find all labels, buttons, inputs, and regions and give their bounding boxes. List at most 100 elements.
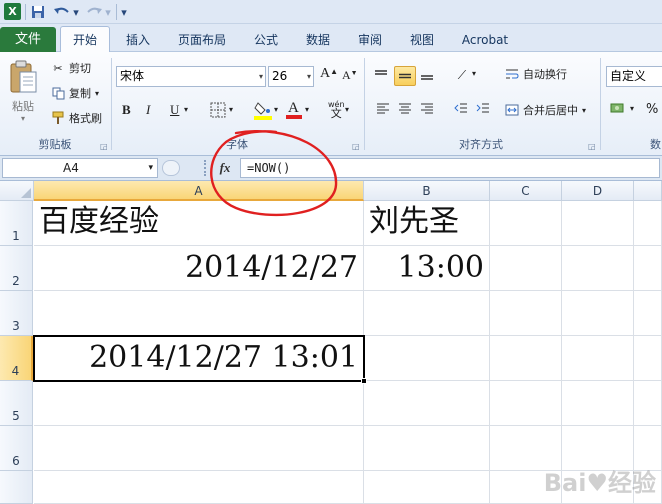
cell-a2[interactable]: 2014/12/27 <box>34 246 364 291</box>
fill-color-dropdown-icon[interactable]: ▾ <box>274 105 278 114</box>
cell-c5[interactable] <box>490 381 562 426</box>
cell-c4[interactable] <box>490 336 562 381</box>
worksheet-grid[interactable]: A B C D 1 2 3 4 5 6 百度经验 刘先圣 2014/12/27 … <box>0 181 662 504</box>
name-box-dropdown-icon[interactable]: ▾ <box>148 159 153 177</box>
cell-e5[interactable] <box>634 381 662 426</box>
font-name-dropdown-icon[interactable]: ▾ <box>259 67 263 86</box>
cell-b3[interactable] <box>364 291 490 336</box>
number-format-combo[interactable]: 自定义 <box>606 66 662 87</box>
row-header-7[interactable] <box>0 471 33 504</box>
increase-indent-icon[interactable] <box>474 102 492 114</box>
column-header-d[interactable]: D <box>562 181 634 201</box>
font-color-icon[interactable]: A <box>286 98 302 120</box>
paste-button-label[interactable]: 粘贴 <box>8 98 38 114</box>
formula-input[interactable]: =NOW() <box>240 158 660 178</box>
tab-view[interactable]: 视图 <box>402 28 442 52</box>
merge-center-button[interactable]: 合并后居中 ▾ <box>504 102 586 118</box>
borders-icon[interactable] <box>210 102 226 118</box>
align-middle-icon[interactable] <box>394 66 416 86</box>
underline-dropdown-icon[interactable]: ▾ <box>184 105 188 114</box>
tab-review[interactable]: 审阅 <box>350 28 390 52</box>
font-color-dropdown-icon[interactable]: ▾ <box>305 105 309 114</box>
shrink-font-button[interactable]: A ▼ <box>342 68 358 83</box>
font-dialog-launcher-icon[interactable]: ◲ <box>352 142 360 151</box>
tab-file[interactable]: 文件 <box>0 27 56 52</box>
row-header-2[interactable]: 2 <box>0 246 33 291</box>
clipboard-dialog-launcher-icon[interactable]: ◲ <box>100 142 108 151</box>
cell-b2[interactable]: 13:00 <box>364 246 490 291</box>
percent-style-button[interactable]: % <box>646 102 658 117</box>
row-header-4[interactable]: 4 <box>0 336 33 381</box>
cell-a7[interactable] <box>34 471 364 504</box>
row-header-1[interactable]: 1 <box>0 201 33 246</box>
orientation-dropdown-icon[interactable]: ▾ <box>472 69 476 78</box>
cell-e3[interactable] <box>634 291 662 336</box>
formula-bar-resize-handle[interactable] <box>162 160 180 176</box>
cell-d3[interactable] <box>562 291 634 336</box>
tab-data[interactable]: 数据 <box>298 28 338 52</box>
excel-logo-icon[interactable]: X <box>4 3 21 20</box>
cell-c1[interactable] <box>490 201 562 246</box>
font-size-dropdown-icon[interactable]: ▾ <box>307 67 311 86</box>
cell-b6[interactable] <box>364 426 490 471</box>
cell-b7[interactable] <box>364 471 490 504</box>
cell-b1[interactable]: 刘先圣 <box>364 201 490 246</box>
grow-font-button[interactable]: A ▲ <box>320 66 338 82</box>
row-header-5[interactable]: 5 <box>0 381 33 426</box>
align-right-icon[interactable] <box>418 102 436 114</box>
cell-c2[interactable] <box>490 246 562 291</box>
cell-d5[interactable] <box>562 381 634 426</box>
undo-icon[interactable] <box>52 3 72 21</box>
tab-acrobat[interactable]: Acrobat <box>455 28 515 52</box>
paste-icon[interactable] <box>6 58 40 98</box>
name-box[interactable]: A4 ▾ <box>2 158 158 178</box>
align-top-icon[interactable] <box>372 66 390 84</box>
decrease-indent-icon[interactable] <box>452 102 470 114</box>
save-icon[interactable] <box>30 3 46 21</box>
cell-e4[interactable] <box>634 336 662 381</box>
format-painter-button[interactable]: 格式刷 <box>50 110 102 126</box>
cell-d4[interactable] <box>562 336 634 381</box>
font-name-combo[interactable]: 宋体 ▾ <box>116 66 266 87</box>
cell-d2[interactable] <box>562 246 634 291</box>
phonetic-dropdown-icon[interactable]: ▾ <box>345 105 349 114</box>
font-size-combo[interactable]: 26 ▾ <box>268 66 314 87</box>
currency-format-icon[interactable] <box>610 100 628 118</box>
cell-a6[interactable] <box>34 426 364 471</box>
merge-center-dropdown-icon[interactable]: ▾ <box>582 106 586 115</box>
phonetic-button[interactable]: wén 文 <box>328 100 345 119</box>
select-all-corner[interactable] <box>0 181 34 201</box>
redo-dropdown-icon[interactable]: ▾ <box>104 3 112 21</box>
undo-dropdown-icon[interactable]: ▾ <box>72 3 80 21</box>
currency-dropdown-icon[interactable]: ▾ <box>630 104 634 113</box>
italic-button[interactable]: I <box>146 102 150 118</box>
customize-qat-icon[interactable]: ▾ <box>119 3 129 21</box>
column-header-c[interactable]: C <box>490 181 562 201</box>
column-header-e[interactable] <box>634 181 662 201</box>
insert-function-button[interactable]: fx <box>214 159 236 177</box>
orientation-icon[interactable]: ⟋ <box>452 66 472 84</box>
cell-a5[interactable] <box>34 381 364 426</box>
bold-button[interactable]: B <box>122 102 131 118</box>
copy-dropdown-icon[interactable]: ▾ <box>95 89 99 98</box>
borders-dropdown-icon[interactable]: ▾ <box>229 105 233 114</box>
align-center-icon[interactable] <box>396 102 414 114</box>
row-header-6[interactable]: 6 <box>0 426 33 471</box>
alignment-dialog-launcher-icon[interactable]: ◲ <box>588 142 596 151</box>
cell-e1[interactable] <box>634 201 662 246</box>
fill-handle[interactable] <box>361 378 367 384</box>
cell-d1[interactable] <box>562 201 634 246</box>
row-header-3[interactable]: 3 <box>0 291 33 336</box>
cell-e2[interactable] <box>634 246 662 291</box>
tab-formulas[interactable]: 公式 <box>246 28 286 52</box>
underline-button[interactable]: U <box>170 102 179 118</box>
fill-color-icon[interactable] <box>254 100 272 120</box>
cell-b4[interactable] <box>364 336 490 381</box>
tab-home[interactable]: 开始 <box>60 26 110 53</box>
cell-a1[interactable]: 百度经验 <box>34 201 364 246</box>
cut-button[interactable]: ✂ 剪切 <box>50 60 91 76</box>
cell-a3[interactable] <box>34 291 364 336</box>
tab-insert[interactable]: 插入 <box>118 28 158 52</box>
cell-b5[interactable] <box>364 381 490 426</box>
copy-button[interactable]: 复制 ▾ <box>50 85 99 101</box>
